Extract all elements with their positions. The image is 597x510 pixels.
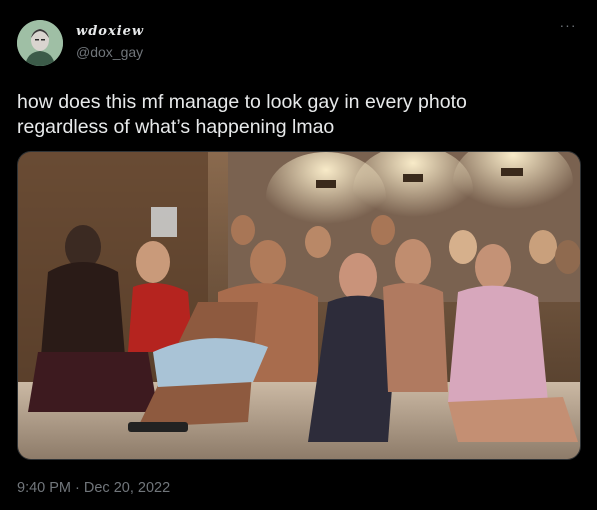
tweet-photo[interactable] <box>17 151 581 460</box>
tweet-text-line-1: how does this mf manage to look gay in e… <box>17 91 467 113</box>
more-options-icon[interactable]: ··· <box>557 18 579 32</box>
tweet-text: how does this mf manage to look gay in e… <box>17 90 582 140</box>
tweet-text-line-2: regardless of what’s happening lmao <box>17 116 335 138</box>
display-name[interactable]: wdoxiew <box>76 24 144 40</box>
tweet-card: wdoxiew @dox_gay ··· how does this mf ma… <box>0 0 597 510</box>
user-handle[interactable]: @dox_gay <box>76 44 144 61</box>
author-info: wdoxiew @dox_gay <box>76 24 144 61</box>
tweet-timestamp[interactable]: 9:40 PM · Dec 20, 2022 <box>17 479 170 497</box>
avatar-portrait-icon <box>17 20 63 66</box>
group-photo-image <box>18 152 580 459</box>
avatar[interactable] <box>17 20 63 66</box>
